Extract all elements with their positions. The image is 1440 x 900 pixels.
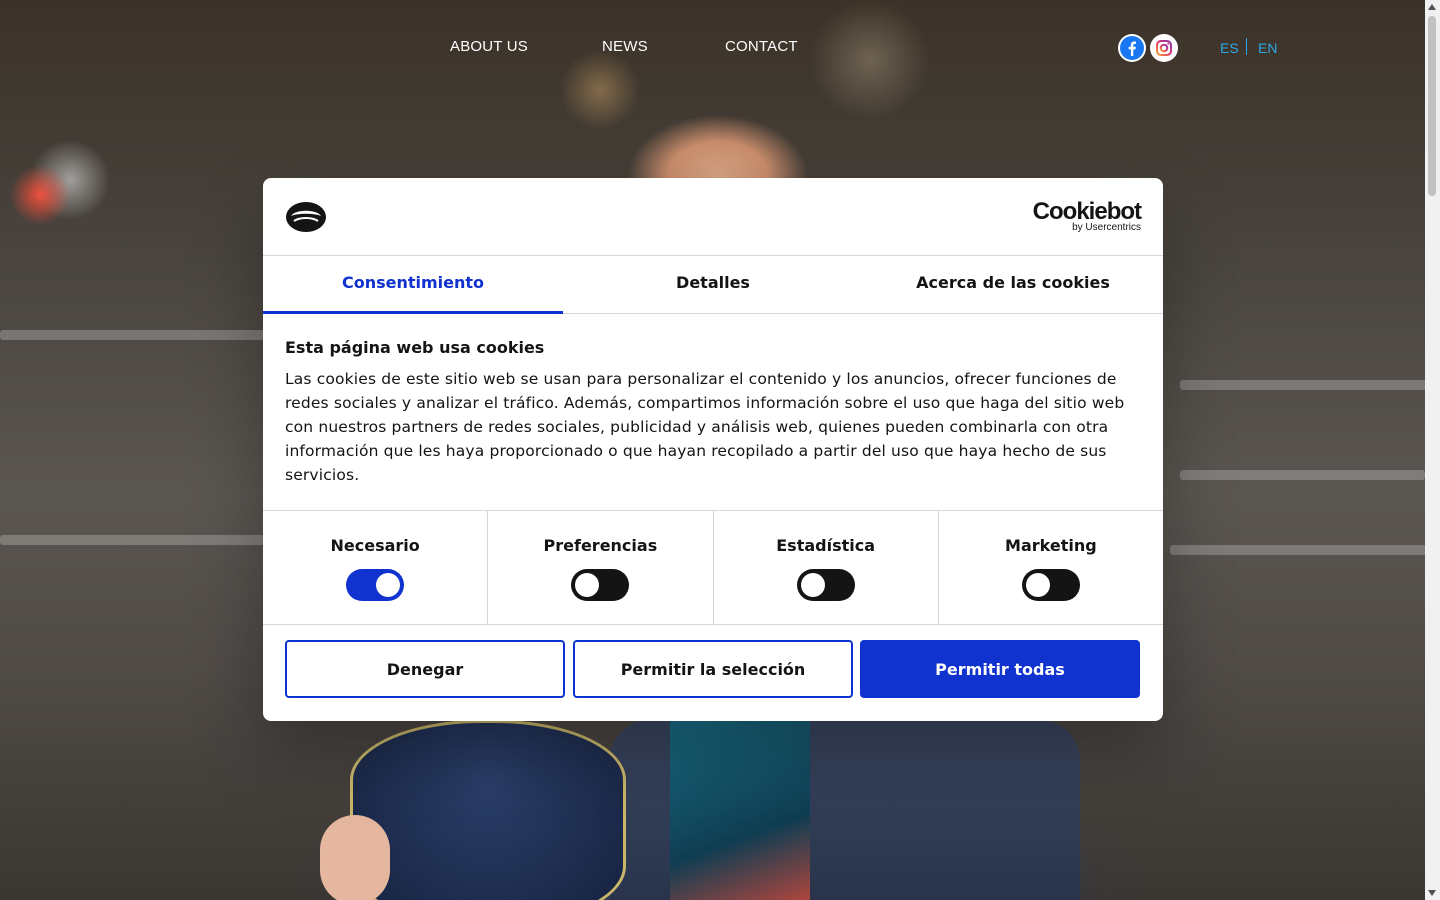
consent-toggles: Necesario Preferencias Estadística Marke… xyxy=(263,510,1163,625)
nav-link-about-us[interactable]: ABOUT US xyxy=(450,38,528,55)
hand xyxy=(320,815,390,900)
cookie-consent-dialog: Cookiebot by Usercentrics Consentimiento… xyxy=(263,178,1163,721)
allow-selection-button[interactable]: Permitir la selección xyxy=(573,640,853,698)
deny-button[interactable]: Denegar xyxy=(285,640,565,698)
toggle-knob xyxy=(376,573,401,597)
scroll-up-arrow-icon[interactable] xyxy=(1428,4,1436,10)
road-marking xyxy=(0,535,270,545)
toggle-label-marketing: Marketing xyxy=(1005,536,1097,555)
instagram-glyph xyxy=(1156,40,1172,56)
toggle-knob xyxy=(1025,573,1050,597)
cookie-tin xyxy=(350,720,626,900)
cookiebot-wordmark: Cookiebot xyxy=(1032,198,1142,225)
toggle-label-preferencias: Preferencias xyxy=(543,536,658,555)
nav-link-contact[interactable]: CONTACT xyxy=(725,38,798,55)
facebook-icon[interactable] xyxy=(1118,34,1146,62)
toggle-necesario[interactable] xyxy=(346,569,405,601)
toggle-cell-preferencias: Preferencias xyxy=(488,511,714,624)
page-scrollbar[interactable] xyxy=(1425,0,1440,900)
tab-detalles[interactable]: Detalles xyxy=(563,256,863,313)
lang-en-link[interactable]: EN xyxy=(1258,40,1277,56)
lang-es-link[interactable]: ES xyxy=(1220,40,1239,56)
toggle-knob xyxy=(800,573,825,597)
toggle-label-estadistica: Estadística xyxy=(776,536,876,555)
dialog-description: Las cookies de este sitio web se usan pa… xyxy=(285,370,1125,484)
toggle-label-necesario: Necesario xyxy=(330,536,420,555)
top-nav: ABOUT US NEWS CONTACT ES EN xyxy=(0,0,1425,96)
poster xyxy=(670,720,810,900)
scroll-thumb[interactable] xyxy=(1428,16,1436,196)
dialog-title: Esta página web usa cookies xyxy=(285,338,545,357)
site-logo-icon xyxy=(285,200,327,238)
facebook-glyph xyxy=(1120,36,1144,60)
scroll-down-arrow-icon[interactable] xyxy=(1428,890,1436,896)
cookiebot-logo[interactable]: Cookiebot by Usercentrics xyxy=(1032,198,1142,233)
dialog-header: Cookiebot by Usercentrics xyxy=(263,178,1163,256)
dialog-tabs: Consentimiento Detalles Acerca de las co… xyxy=(263,256,1163,314)
road-marking xyxy=(1180,380,1425,390)
instagram-icon[interactable] xyxy=(1150,34,1178,62)
toggle-knob xyxy=(575,573,600,597)
allow-all-button[interactable]: Permitir todas xyxy=(860,640,1140,698)
road-marking xyxy=(1180,470,1425,480)
toggle-marketing[interactable] xyxy=(1021,569,1080,601)
tab-consentimiento[interactable]: Consentimiento xyxy=(263,256,563,314)
logo-glyph xyxy=(286,202,326,232)
lang-separator xyxy=(1246,38,1247,55)
toggle-cell-necesario: Necesario xyxy=(263,511,489,624)
road-marking xyxy=(1170,545,1425,555)
toggle-estadistica[interactable] xyxy=(796,569,855,601)
tab-acerca-de-las-cookies[interactable]: Acerca de las cookies xyxy=(863,256,1163,313)
toggle-cell-marketing: Marketing xyxy=(939,511,1163,624)
road-marking xyxy=(0,330,300,340)
nav-link-news[interactable]: NEWS xyxy=(602,38,648,55)
toggle-cell-estadistica: Estadística xyxy=(714,511,939,624)
toggle-preferencias[interactable] xyxy=(571,569,630,601)
